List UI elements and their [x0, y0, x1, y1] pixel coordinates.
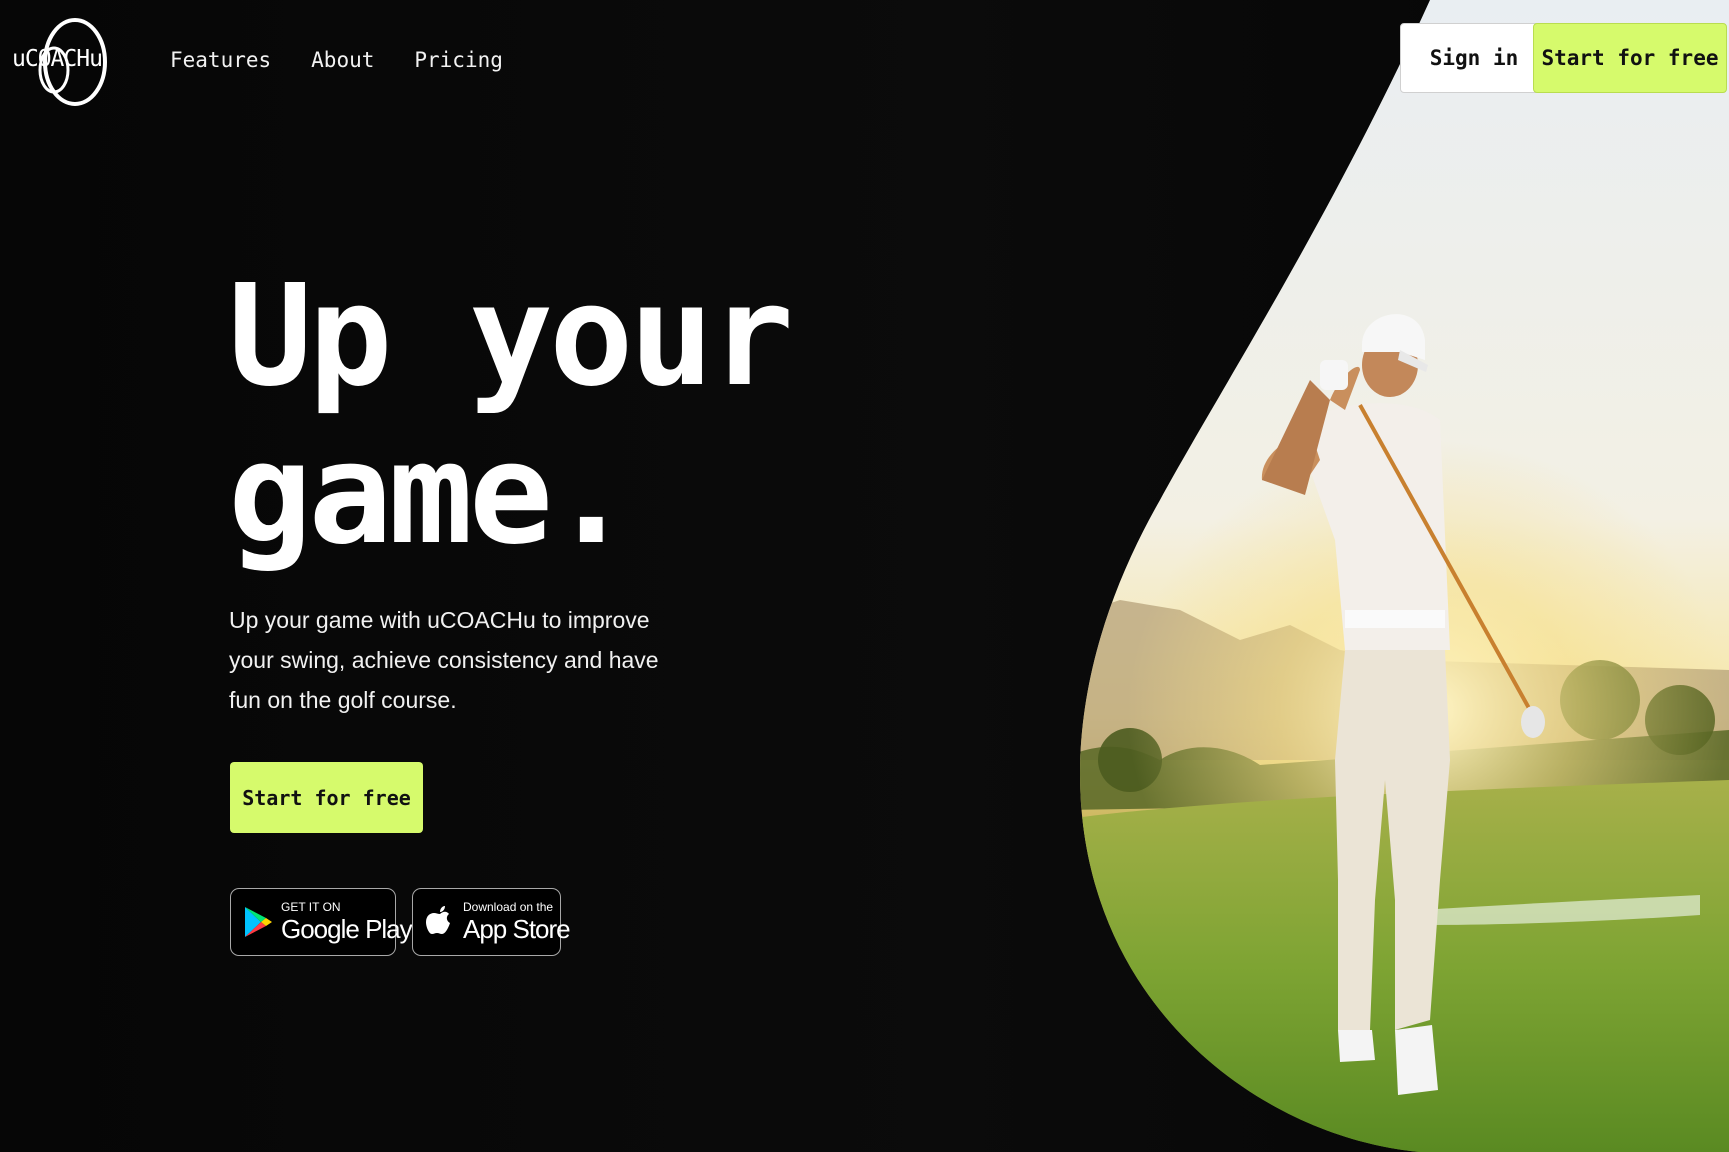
main-nav: Features About Pricing — [170, 48, 503, 72]
google-play-icon — [245, 907, 272, 937]
app-store-small-text: Download on the — [463, 899, 554, 914]
nav-item-about[interactable]: About — [311, 48, 374, 72]
app-store-badge-texts: Download on the App Store — [463, 899, 571, 944]
hero-start-for-free-button[interactable]: Start for free — [230, 762, 423, 833]
nav-item-pricing[interactable]: Pricing — [414, 48, 503, 72]
google-play-small-text: GET IT ON — [281, 899, 341, 914]
hero-golfer-image — [1080, 0, 1729, 1152]
sign-in-button[interactable]: Sign in — [1400, 23, 1548, 93]
google-play-badge-texts: GET IT ON Google Play — [281, 899, 413, 944]
hero-title-line-2: game. — [228, 413, 633, 576]
brand-logo[interactable]: uCOACHu — [10, 10, 112, 106]
header-start-for-free-button[interactable]: Start for free — [1533, 23, 1727, 93]
google-play-badge[interactable]: GET IT ON Google Play — [230, 888, 413, 956]
hero-title: Up your game. — [228, 255, 794, 576]
google-play-big-text: Google Play — [281, 913, 413, 944]
app-store-badge[interactable]: Download on the App Store — [412, 888, 571, 956]
hero-description: Up your game with uCOACHu to improve you… — [229, 607, 659, 713]
apple-icon — [426, 906, 450, 934]
app-store-big-text: App Store — [463, 913, 571, 944]
logo-text: uCOACHu — [12, 46, 103, 72]
nav-item-features[interactable]: Features — [170, 48, 271, 72]
hero-title-line-1: Up your — [228, 255, 794, 418]
